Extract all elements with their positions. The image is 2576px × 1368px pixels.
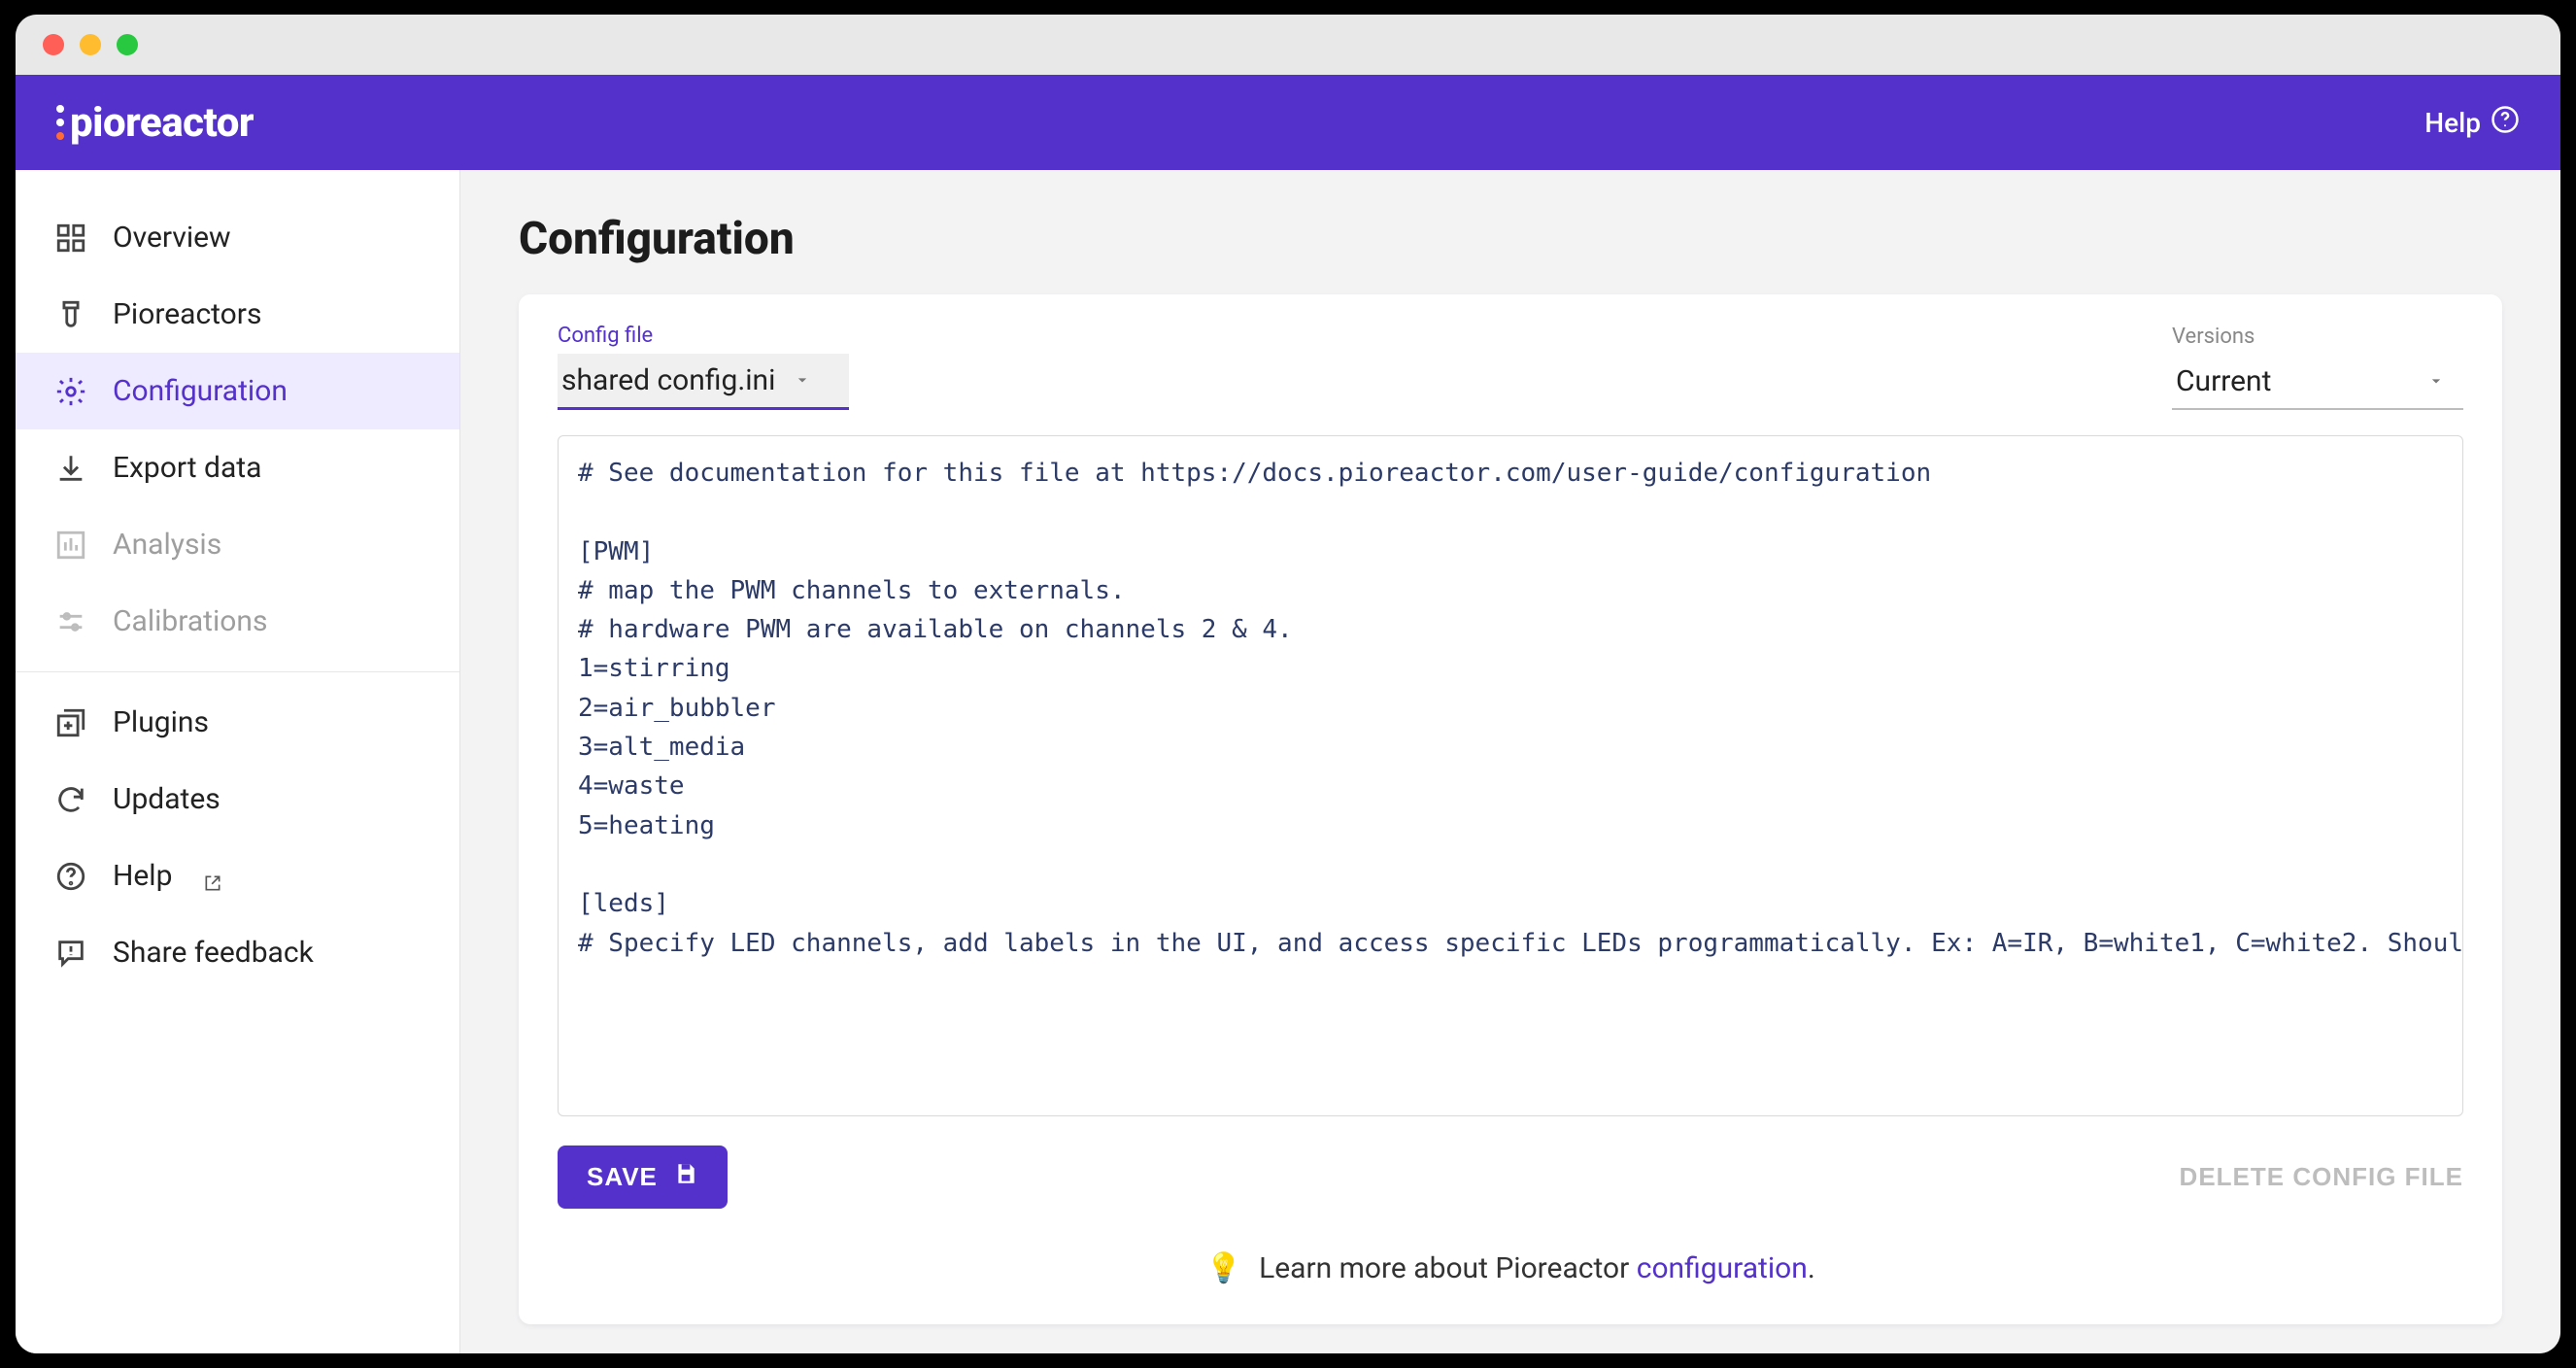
config-file-value: shared config.ini	[561, 363, 775, 397]
versions-value: Current	[2176, 364, 2409, 398]
sidebar-item-plugins[interactable]: Plugins	[16, 684, 459, 761]
config-file-select[interactable]: shared config.ini	[558, 354, 849, 410]
config-editor[interactable]: # See documentation for this file at htt…	[558, 435, 2463, 1116]
brand-text: pioreactor	[70, 99, 254, 147]
sidebar-item-pioreactors[interactable]: Pioreactors	[16, 276, 459, 353]
sidebar-item-label: Help	[113, 859, 172, 893]
dashboard-icon	[54, 222, 87, 255]
brand-dots-icon	[56, 105, 64, 140]
save-button[interactable]: SAVE	[558, 1146, 728, 1209]
topbar-help-label: Help	[2424, 107, 2481, 139]
learn-more-prefix: Learn more about Pioreactor	[1259, 1251, 1637, 1285]
config-file-group: Config file shared config.ini	[558, 324, 849, 410]
library-add-icon	[54, 706, 87, 739]
sidebar: Overview Pioreactors Configuration Expor…	[16, 170, 460, 1353]
config-card: Config file shared config.ini Versions C…	[519, 294, 2502, 1324]
delete-config-label: DELETE CONFIG FILE	[2180, 1162, 2463, 1191]
config-file-label: Config file	[558, 324, 849, 348]
minimize-window-button[interactable]	[80, 34, 101, 55]
sliders-icon	[54, 605, 87, 638]
mac-window: pioreactor Help Overview Pioreactors	[16, 15, 2560, 1353]
gear-icon	[54, 375, 87, 408]
versions-label: Versions	[2172, 325, 2463, 349]
close-window-button[interactable]	[43, 34, 64, 55]
actions-row: SAVE DELETE CONFIG FILE	[558, 1146, 2463, 1209]
save-button-label: SAVE	[587, 1162, 658, 1192]
sidebar-item-updates[interactable]: Updates	[16, 761, 459, 838]
versions-group: Versions Current	[2172, 325, 2463, 410]
chevron-down-icon	[2426, 364, 2446, 398]
page-title: Configuration	[519, 213, 2502, 265]
app-body: Overview Pioreactors Configuration Expor…	[16, 170, 2560, 1353]
sidebar-item-label: Overview	[113, 221, 231, 255]
maximize-window-button[interactable]	[117, 34, 138, 55]
sidebar-item-label: Plugins	[113, 705, 209, 739]
refresh-icon	[54, 783, 87, 816]
chevron-down-icon	[793, 363, 812, 397]
vial-icon	[54, 298, 87, 331]
sidebar-item-share-feedback[interactable]: Share feedback	[16, 914, 459, 991]
sidebar-item-analysis: Analysis	[16, 506, 459, 583]
sidebar-item-label: Analysis	[113, 528, 221, 562]
topbar: pioreactor Help	[16, 75, 2560, 170]
sidebar-item-help[interactable]: Help	[16, 838, 459, 914]
sidebar-item-calibrations: Calibrations	[16, 583, 459, 660]
sidebar-item-export-data[interactable]: Export data	[16, 429, 459, 506]
versions-select[interactable]: Current	[2172, 355, 2463, 410]
feedback-icon	[54, 937, 87, 970]
main-content: Configuration Config file shared config.…	[460, 170, 2560, 1353]
lightbulb-icon: 💡	[1205, 1251, 1241, 1285]
save-icon	[673, 1161, 698, 1193]
learn-more: 💡 Learn more about Pioreactor configurat…	[558, 1251, 2463, 1285]
traffic-lights	[43, 34, 138, 55]
sidebar-item-label: Calibrations	[113, 604, 267, 638]
download-icon	[54, 452, 87, 485]
help-circle-icon	[2491, 105, 2520, 141]
delete-config-button[interactable]: DELETE CONFIG FILE	[2180, 1162, 2463, 1192]
chart-icon	[54, 529, 87, 562]
sidebar-item-label: Pioreactors	[113, 297, 261, 331]
controls-row: Config file shared config.ini Versions C…	[558, 324, 2463, 410]
external-link-icon	[203, 867, 222, 886]
help-circle-icon	[54, 860, 87, 893]
learn-more-link[interactable]: configuration	[1637, 1251, 1808, 1285]
sidebar-item-label: Updates	[113, 782, 220, 816]
sidebar-divider	[16, 671, 459, 672]
sidebar-item-overview[interactable]: Overview	[16, 199, 459, 276]
topbar-help-link[interactable]: Help	[2424, 105, 2520, 141]
brand-logo[interactable]: pioreactor	[56, 99, 254, 147]
window-titlebar	[16, 15, 2560, 75]
sidebar-item-label: Export data	[113, 451, 261, 485]
sidebar-item-label: Configuration	[113, 374, 288, 408]
sidebar-item-configuration[interactable]: Configuration	[16, 353, 459, 429]
sidebar-item-label: Share feedback	[113, 936, 314, 970]
learn-more-suffix: .	[1808, 1251, 1815, 1285]
